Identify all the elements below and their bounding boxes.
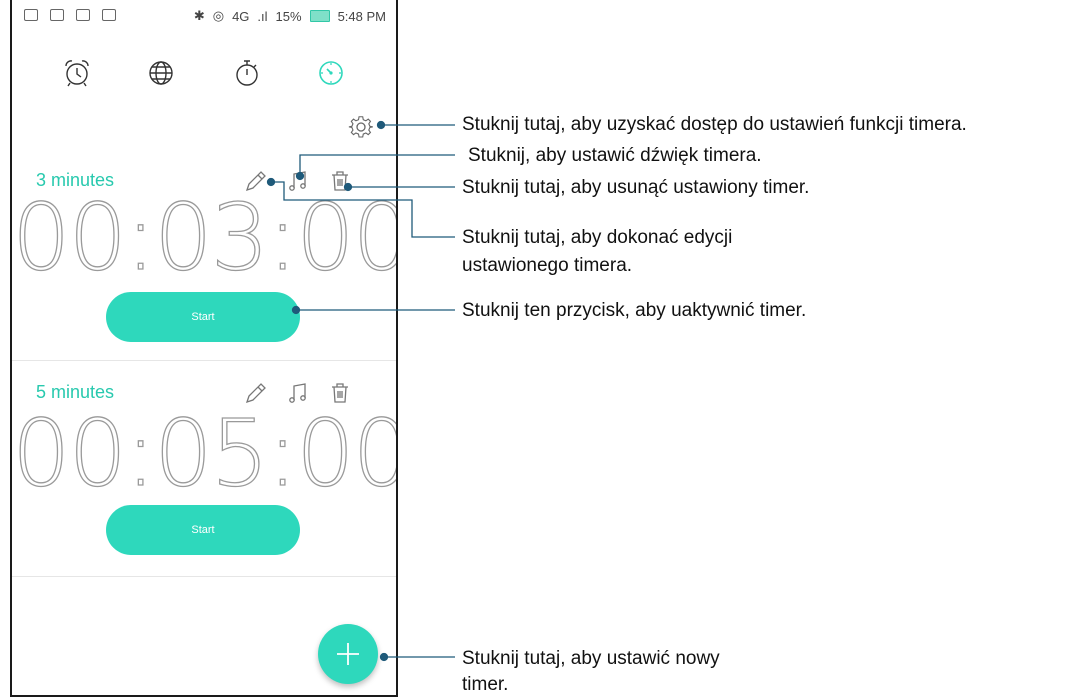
timer-display: 00:03:00 [12,183,398,291]
network-type: 4G [232,8,250,24]
status-right: ✱ ◎ 4G .ıl 15% 5:48 PM [194,8,386,24]
battery-icon [309,10,330,22]
gear-icon [348,116,373,138]
start-button[interactable]: Start [106,292,300,342]
tab-alarm[interactable] [60,56,94,90]
start-button[interactable]: Start [106,505,300,555]
bluetooth-icon: ✱ [193,8,205,23]
tab-world-clock[interactable] [144,56,178,90]
timer-icon [319,61,343,85]
image-notification-icon [50,9,64,21]
card-divider [12,576,396,577]
plus-icon [337,643,359,665]
timer-card-1: 3 minutes 00:03:00 Start [12,160,396,360]
alarm-clock-icon [65,60,89,87]
annotation-edit-line1: Stuknij tutaj, aby dokonać edycji [462,227,733,248]
status-notifications [24,9,116,21]
battery-percent: 15% [275,8,302,24]
timer-card-2: 5 minutes 00:05:00 Start [12,370,396,570]
add-timer-button[interactable] [318,624,378,684]
tab-timer[interactable] [314,56,348,90]
annotation-add-line2: timer. [462,674,509,695]
status-bar: ✱ ◎ 4G .ıl 15% 5:48 PM [12,0,396,34]
annotation-sound: Stuknij, aby ustawić dźwięk timera. [468,145,762,166]
card-divider [12,360,396,361]
world-clock-icon [149,61,173,85]
timer-settings-button[interactable] [348,114,374,140]
signal-icon: .ıl [257,8,268,24]
annotation-start: Stuknij ten przycisk, aby uaktywnić time… [462,300,807,321]
sync-icon: ◎ [212,8,225,23]
annotation-add-line1: Stuknij tutaj, aby ustawić nowy [462,648,720,669]
notification-icon [24,9,38,21]
tab-stopwatch[interactable] [230,56,264,90]
clock-tab-bar [12,56,396,90]
annotation-edit-line2: ustawionego timera. [462,255,633,276]
status-time: 5:48 PM [337,8,386,24]
annotation-delete: Stuknij tutaj, aby usunąć ustawiony time… [462,177,810,198]
message-notification-icon [76,9,90,21]
timer-display: 00:05:00 [12,399,398,507]
phone-screen: ✱ ◎ 4G .ıl 15% 5:48 PM 3 minutes 00:03:0… [10,0,398,697]
annotation-settings: Stuknij tutaj, aby uzyskać dostęp do ust… [462,114,967,135]
sd-card-icon [102,9,116,21]
stopwatch-icon [236,60,258,86]
